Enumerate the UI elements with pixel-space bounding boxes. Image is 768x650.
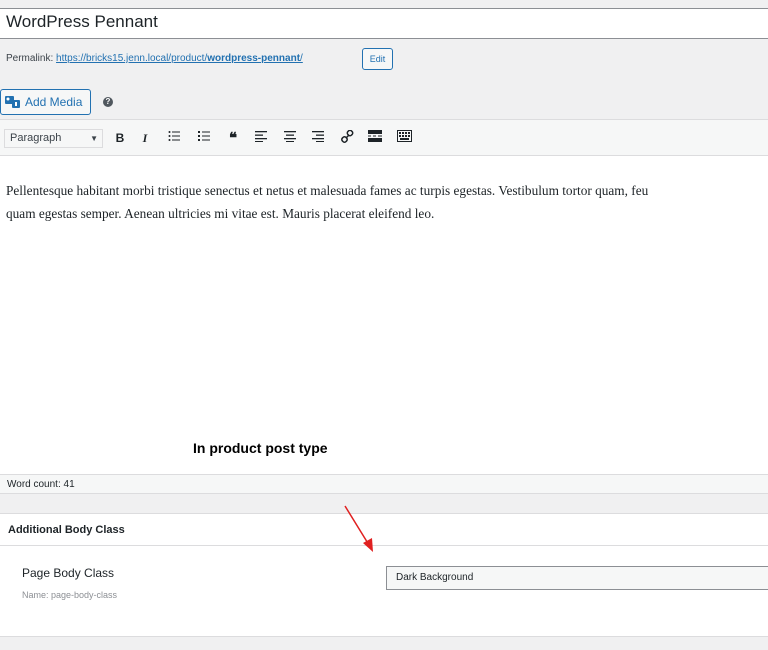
annotation-arrow	[344, 505, 373, 552]
